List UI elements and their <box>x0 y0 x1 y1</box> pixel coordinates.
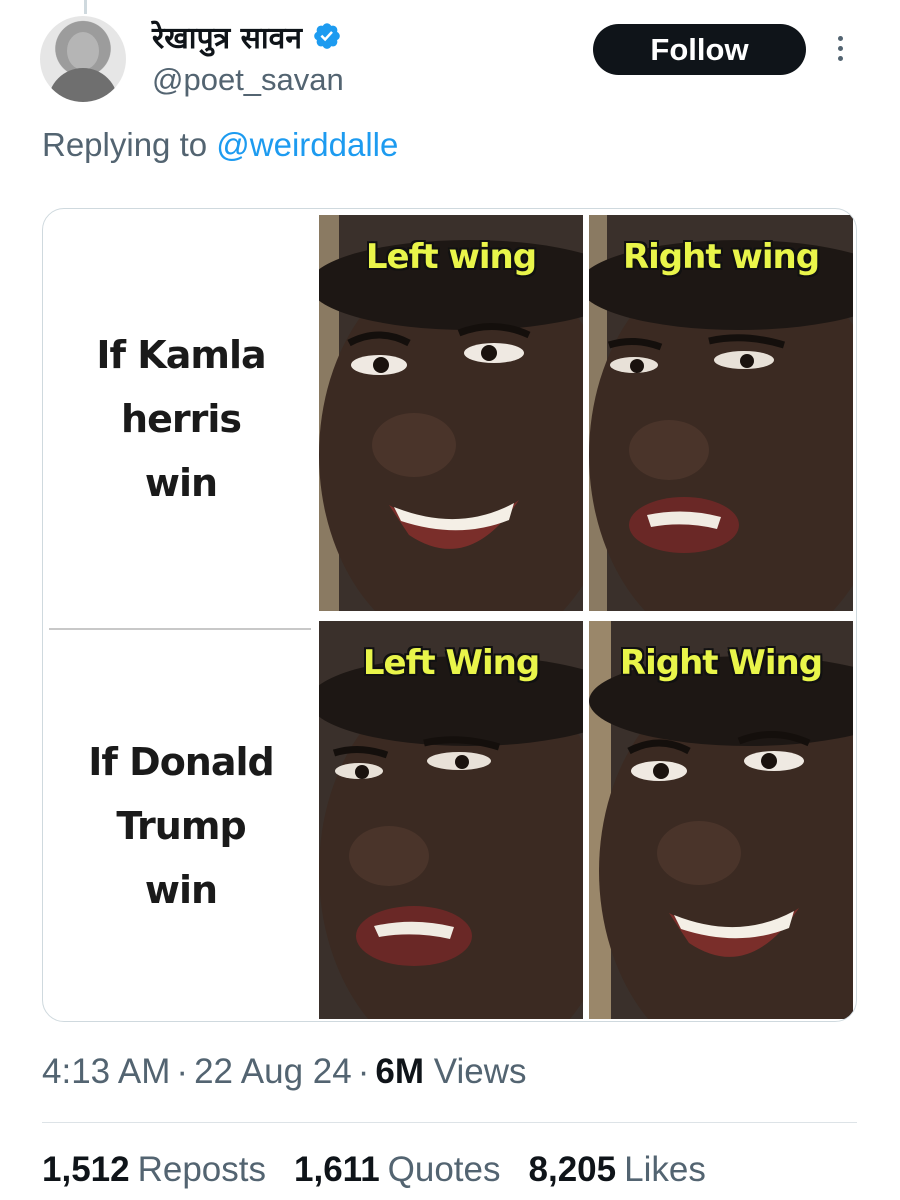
meme-condition-bottom: If Donald Trump win <box>43 629 319 1021</box>
tweet-date[interactable]: 22 Aug 24 <box>194 1052 352 1091</box>
thread-connector-line <box>84 0 87 14</box>
meme-panel-bottom-left-label: Left Wing <box>362 643 540 683</box>
meme-panel-bottom-right: Right Wing <box>589 621 853 1019</box>
meme-panel-top-right: Right wing <box>589 215 853 611</box>
reposts-link[interactable]: 1,512 Reposts <box>42 1150 266 1190</box>
verified-badge-icon <box>314 23 340 49</box>
engagement-stats: 1,512 Reposts 1,611 Quotes 8,205 Likes <box>42 1150 706 1190</box>
stats-divider <box>42 1122 857 1123</box>
meme-condition-top: If Kamla herris win <box>43 209 319 629</box>
quotes-link[interactable]: 1,611 Quotes <box>294 1150 501 1190</box>
tweet-media-image[interactable]: If Kamla herris win If Donald Trump win … <box>42 208 857 1022</box>
tweet-header: रेखापुत्र सावन @poet_savan Follow <box>40 14 870 110</box>
follow-button[interactable]: Follow <box>593 24 806 75</box>
meme-panel-bottom-left: Left Wing <box>319 621 583 1019</box>
views-label: Views <box>433 1052 527 1091</box>
author-display-name[interactable]: रेखापुत्र सावन <box>152 16 302 57</box>
reposts-label: Reposts <box>137 1150 266 1189</box>
avatar-shoulders-shape <box>48 68 118 102</box>
quotes-count: 1,611 <box>294 1150 380 1189</box>
meme-condition-top-text: If Kamla herris win <box>96 333 266 505</box>
meme-panel-bottom-right-label: Right Wing <box>619 643 823 683</box>
meme-panel-top-left-label: Left wing <box>365 237 537 277</box>
author-handle[interactable]: @poet_savan <box>152 62 344 98</box>
quotes-label: Quotes <box>387 1150 501 1189</box>
likes-label: Likes <box>624 1150 706 1189</box>
meta-separator: · <box>357 1052 370 1091</box>
meme-panel-top-left: Left wing <box>319 215 583 611</box>
meme-panel-top-right-label: Right wing <box>622 237 820 277</box>
tweet-time[interactable]: 4:13 AM <box>42 1052 170 1091</box>
avatar[interactable] <box>40 16 126 102</box>
tweet-meta: 4:13 AM · 22 Aug 24 · 6M Views <box>42 1052 526 1092</box>
views-count: 6M <box>375 1052 425 1091</box>
reply-mention-link[interactable]: @weirddalle <box>216 126 398 163</box>
meta-separator: · <box>176 1052 189 1091</box>
author-name-row: रेखापुत्र सावन <box>152 14 342 58</box>
likes-count: 8,205 <box>528 1150 617 1189</box>
meme-condition-bottom-text: If Donald Trump win <box>88 740 274 912</box>
replying-to-prefix: Replying to <box>42 126 208 163</box>
replying-to-line: Replying to @weirddalle <box>42 126 398 164</box>
likes-link[interactable]: 8,205 Likes <box>529 1150 706 1190</box>
avatar-head-shape <box>67 32 99 70</box>
more-options-icon[interactable] <box>830 36 850 66</box>
reposts-count: 1,512 <box>42 1150 130 1189</box>
